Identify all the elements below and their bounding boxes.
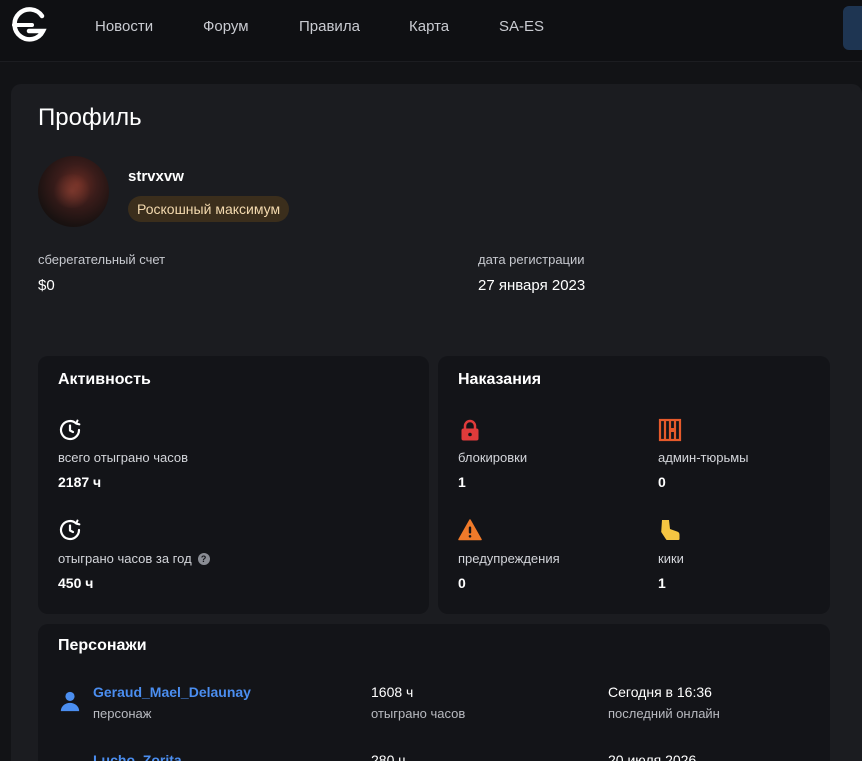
jail-value: 0 — [658, 474, 666, 490]
character-name-link[interactable]: Geraud_Mael_Delaunay — [93, 684, 251, 700]
boot-icon — [661, 520, 680, 540]
total-hours-value: 2187 ч — [58, 474, 102, 490]
top-navbar: Новости Форум Правила Карта SA-ES — [0, 0, 862, 62]
registration-label: дата регистрации — [478, 252, 585, 267]
page-title: Профиль — [38, 104, 142, 131]
punishments-title: Наказания — [458, 371, 542, 388]
character-last-online: Сегодня в 16:36 — [608, 684, 712, 700]
warning-icon — [458, 519, 482, 541]
user-icon — [60, 691, 80, 712]
year-hours-label: отыграно часов за год? — [58, 551, 210, 566]
nav-forum[interactable]: Форум — [203, 18, 249, 35]
status-badge: Роскошный максимум — [128, 196, 290, 222]
warnings-value: 0 — [458, 575, 466, 591]
avatar — [38, 156, 109, 227]
activity-title: Активность — [58, 371, 151, 388]
nav-map[interactable]: Карта — [409, 18, 449, 35]
warnings-label: предупреждения — [458, 551, 560, 566]
lock-icon — [461, 419, 479, 441]
character-hours: 1608 ч — [371, 684, 414, 700]
bans-value: 1 — [458, 474, 466, 490]
nav-rules[interactable]: Правила — [299, 18, 360, 35]
kicks-value: 1 — [658, 575, 666, 591]
account-button[interactable] — [843, 6, 862, 50]
character-hours-label: отыграно часов — [371, 706, 466, 721]
jail-label: админ-тюрьмы — [658, 450, 749, 465]
nav-sa-es[interactable]: SA-ES — [499, 18, 544, 35]
total-hours-label: всего отыграно часов — [58, 450, 189, 465]
year-hours-label-text: отыграно часов за год — [58, 551, 192, 566]
savings-label: сберегательный счет — [38, 252, 166, 267]
registration-value: 27 января 2023 — [478, 277, 586, 294]
jail-icon — [658, 418, 682, 442]
username: strvxvw — [128, 168, 184, 185]
character-role: персонаж — [93, 706, 152, 721]
savings-value: $0 — [38, 277, 55, 294]
logo-icon[interactable] — [8, 7, 48, 47]
clock-icon — [59, 519, 81, 541]
character-last-online-label: последний онлайн — [608, 706, 720, 721]
character-name-link[interactable]: Lucho_Zorita — [93, 752, 182, 761]
punishments-card — [438, 356, 830, 614]
kicks-label: кики — [658, 551, 684, 566]
clock-icon — [59, 419, 81, 441]
help-icon[interactable]: ? — [197, 553, 210, 565]
character-last-online: 20 июля 2026 — [608, 752, 697, 761]
bans-label: блокировки — [458, 450, 528, 465]
characters-title: Персонажи — [58, 637, 147, 654]
nav-news[interactable]: Новости — [95, 18, 153, 35]
year-hours-value: 450 ч — [58, 575, 94, 591]
character-hours: 280 ч — [371, 752, 406, 761]
